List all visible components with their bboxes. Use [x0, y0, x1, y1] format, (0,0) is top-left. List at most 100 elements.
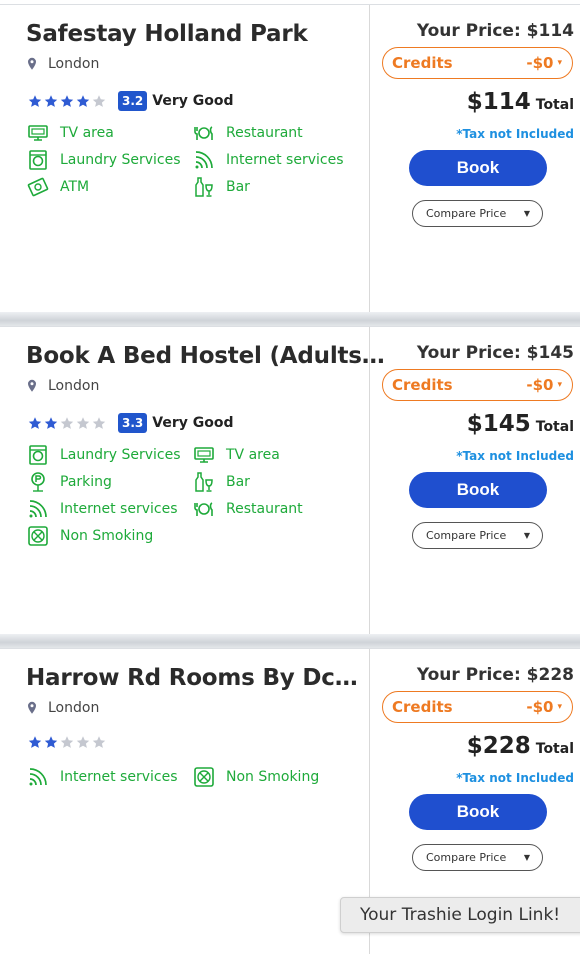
chevron-down-icon: ▾: [557, 380, 562, 390]
amenity-label: Internet services: [60, 501, 178, 517]
hotel-location: London: [26, 700, 99, 716]
atm-icon: [27, 177, 49, 197]
parking-icon: [31, 472, 45, 492]
tax-note: *Tax not Included: [456, 449, 574, 463]
restaurant-icon: [194, 502, 213, 516]
card-separator: [0, 312, 580, 326]
star-empty-icon: [60, 736, 74, 748]
location-label: London: [48, 700, 100, 716]
book-button[interactable]: Book: [409, 150, 547, 186]
restaurant-icon: [194, 126, 213, 140]
your-price: Your Price: $145: [416, 343, 574, 363]
total-price: $114 Total: [467, 89, 574, 115]
amenity-item: Laundry Services: [26, 148, 181, 172]
amenity-label: Restaurant: [226, 125, 303, 141]
location-label: London: [48, 56, 100, 72]
amenity-item: Restaurant: [192, 497, 303, 521]
location-label: London: [48, 378, 100, 394]
amenity-label: Restaurant: [226, 501, 303, 517]
amenity-label: Laundry Services: [60, 152, 181, 168]
location-pin-icon: [28, 379, 36, 392]
star-filled-icon: [60, 95, 74, 107]
hotel-name[interactable]: Safestay Holland Park: [26, 21, 308, 47]
credits-label: Credits: [392, 698, 453, 716]
hotel-name[interactable]: Harrow Rd Rooms By Dc…: [26, 665, 358, 691]
star-empty-icon: [76, 417, 90, 429]
amenity-item: ATM: [26, 175, 89, 199]
compare-price-dropdown[interactable]: Compare Price ▼: [412, 844, 543, 871]
total-label: Total: [535, 741, 574, 757]
tax-note: *Tax not Included: [456, 127, 574, 141]
star-rating: 3.3 Very Good: [28, 413, 233, 433]
compare-label: Compare Price: [426, 529, 507, 542]
rating-text: Very Good: [152, 93, 234, 109]
total-price: $228 Total: [467, 733, 574, 759]
laundry-icon: [29, 150, 47, 170]
no-smoking-icon: [28, 526, 48, 546]
chevron-down-icon: ▾: [557, 58, 562, 68]
compare-price-dropdown[interactable]: Compare Price ▼: [412, 522, 543, 549]
location-pin-icon: [28, 701, 36, 714]
amenity-item: Internet services: [26, 765, 177, 789]
tv-icon: [28, 125, 48, 141]
login-link-toast[interactable]: Your Trashie Login Link!: [340, 897, 580, 933]
amenity-label: Internet services: [60, 769, 178, 785]
star-filled-icon: [28, 736, 42, 748]
amenity-label: TV area: [60, 125, 114, 141]
rating-score-badge: 3.3: [118, 413, 148, 433]
amenity-item: TV area: [192, 443, 280, 467]
star-rating: [28, 735, 108, 749]
caret-down-icon: ▼: [523, 531, 530, 540]
price-panel: Your Price: $145 Credits -$0 ▾ $145 Total…: [370, 327, 580, 634]
amenity-item: Bar: [192, 470, 250, 494]
amenity-label: Non Smoking: [60, 528, 154, 544]
compare-price-dropdown[interactable]: Compare Price ▼: [412, 200, 543, 227]
total-amount: $228: [466, 733, 531, 759]
total-label: Total: [535, 419, 574, 435]
amenity-item: Restaurant: [192, 121, 303, 145]
your-price: Your Price: $228: [416, 665, 574, 685]
caret-down-icon: ▼: [523, 209, 530, 218]
wifi-icon: [29, 500, 47, 518]
amenity-label: Parking: [60, 474, 112, 490]
laundry-icon: [29, 445, 47, 465]
tv-icon: [194, 447, 214, 463]
tax-note: *Tax not Included: [456, 771, 574, 785]
bar-icon: [195, 472, 213, 492]
hotel-location: London: [26, 378, 99, 394]
amenity-label: Bar: [226, 179, 250, 195]
hotel-name[interactable]: Book A Bed Hostel (Adults…: [26, 343, 385, 369]
credits-value: -$0: [526, 376, 554, 394]
wifi-icon: [195, 151, 213, 169]
amenity-label: Laundry Services: [60, 447, 181, 463]
compare-label: Compare Price: [426, 207, 507, 220]
rating-score-badge: 3.2: [118, 91, 148, 111]
star-empty-icon: [92, 736, 106, 748]
total-label: Total: [535, 97, 574, 113]
star-empty-icon: [92, 417, 106, 429]
wifi-icon: [29, 768, 47, 786]
no-smoking-icon: [194, 767, 214, 787]
amenity-label: Internet services: [226, 152, 344, 168]
star-filled-icon: [44, 736, 58, 748]
book-button[interactable]: Book: [409, 472, 547, 508]
credits-dropdown[interactable]: Credits -$0 ▾: [382, 369, 573, 401]
star-empty-icon: [60, 417, 74, 429]
amenity-item: Internet services: [192, 148, 343, 172]
price-panel: Your Price: $114 Credits -$0 ▾ $114 Total…: [370, 5, 580, 312]
amenity-item: Laundry Services: [26, 443, 181, 467]
card-separator: [0, 634, 580, 648]
star-filled-icon: [76, 95, 90, 107]
hotel-card: Safestay Holland Park London 3.2 Very Go…: [0, 4, 580, 312]
book-button[interactable]: Book: [409, 794, 547, 830]
caret-down-icon: ▼: [523, 853, 530, 862]
total-amount: $145: [466, 411, 531, 437]
compare-label: Compare Price: [426, 851, 507, 864]
star-filled-icon: [44, 417, 58, 429]
total-amount: $114: [466, 89, 531, 115]
credits-dropdown[interactable]: Credits -$0 ▾: [382, 691, 573, 723]
your-price: Your Price: $114: [416, 21, 574, 41]
credits-dropdown[interactable]: Credits -$0 ▾: [382, 47, 573, 79]
star-filled-icon: [44, 95, 58, 107]
credits-value: -$0: [526, 54, 554, 72]
